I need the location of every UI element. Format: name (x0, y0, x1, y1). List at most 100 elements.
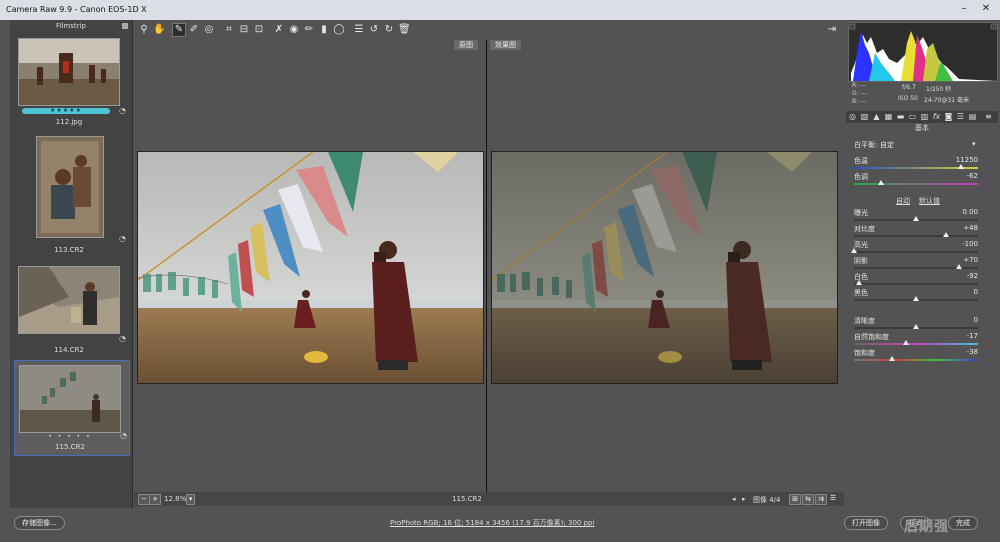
slider-handle[interactable] (913, 324, 919, 329)
thumbnail-filename: 115.CR2 (55, 443, 85, 451)
trash-icon[interactable]: 🗑 (398, 24, 411, 36)
zoom-level[interactable]: 12.8% (164, 495, 186, 503)
rating-dots[interactable]: • • • • • (15, 433, 125, 440)
rotate-right-icon[interactable]: ↻ (383, 24, 395, 36)
slider-handle[interactable] (878, 180, 885, 185)
sync-icon: ◔ (119, 234, 126, 243)
slider-handle[interactable] (903, 340, 910, 345)
slider-handle[interactable] (942, 232, 949, 237)
slider-handle[interactable] (913, 296, 919, 301)
targeted-adjustment-icon[interactable]: ◎ (203, 24, 215, 36)
slider-handle[interactable] (957, 164, 964, 169)
spot-removal-icon[interactable]: ✗ (273, 24, 285, 36)
detail-tab-icon[interactable]: ▲ (872, 112, 881, 121)
sync-icon: ◔ (119, 106, 126, 115)
camera-calibration-tab-icon[interactable]: ◙ (944, 112, 953, 121)
swap-icon[interactable]: ⇆ (802, 494, 814, 505)
done-button[interactable]: 完成 (948, 516, 978, 530)
after-label: 效果图 (490, 40, 521, 50)
slider-value[interactable]: -38 (967, 348, 978, 356)
slider-value[interactable]: +70 (963, 256, 978, 264)
filmstrip-title: Filmstrip (56, 22, 86, 30)
filmstrip-item[interactable]: 113.CR2 ◔ (14, 134, 128, 258)
slider-track[interactable] (854, 340, 978, 345)
slider-track[interactable] (854, 164, 978, 169)
split-toning-tab-icon[interactable]: ▬ (896, 112, 905, 121)
auto-button[interactable]: 自动 (896, 196, 910, 206)
white-balance-dropdown-icon[interactable]: ▾ (972, 140, 976, 148)
slider-label: 对比度 (854, 225, 875, 233)
close-icon[interactable]: ✕ (980, 3, 992, 15)
white-balance-tool-icon[interactable]: ✎ (172, 23, 186, 37)
lens-corrections-tab-icon[interactable]: ▭ (908, 112, 917, 121)
slider-track[interactable] (854, 356, 978, 361)
slider-handle[interactable] (889, 356, 896, 361)
slider-track[interactable] (854, 264, 978, 269)
tone-curve-tab-icon[interactable]: ▧ (860, 112, 869, 121)
slider-track[interactable] (854, 180, 978, 185)
adjustment-brush-icon[interactable]: ✏ (303, 24, 315, 36)
preferences-icon[interactable]: ☰ (353, 24, 365, 36)
transform-tool-icon[interactable]: ⊡ (253, 24, 265, 36)
zoom-dropdown-icon[interactable]: ▾ (186, 494, 195, 505)
slider-track[interactable] (854, 232, 978, 237)
slider-track[interactable] (854, 324, 978, 329)
slider-handle[interactable] (855, 280, 862, 285)
filmstrip-menu-icon[interactable] (122, 23, 128, 29)
filmstrip-panel: Filmstrip ★★★★★ 112.jpg ◔ 113.CR2 ◔ 114.… (10, 20, 133, 508)
basic-tab-icon[interactable]: ◎ (848, 112, 857, 121)
red-eye-icon[interactable]: ◉ (288, 24, 300, 36)
slider-value[interactable]: 0 (974, 316, 978, 324)
slider-value[interactable]: -62 (967, 172, 978, 180)
default-button[interactable]: 默认值 (919, 196, 940, 206)
crop-tool-icon[interactable]: ⌗ (223, 24, 235, 36)
slider-track[interactable] (854, 280, 978, 285)
thumbnail-filename: 113.CR2 (54, 246, 84, 254)
view-mode-icon[interactable]: ⊞ (789, 494, 801, 505)
next-image-icon[interactable]: ▸ (742, 495, 746, 503)
save-image-button[interactable]: 存储图像... (14, 516, 65, 530)
presets-tab-icon[interactable]: ☰ (956, 112, 965, 121)
slider-handle[interactable] (851, 248, 857, 253)
rating-stars[interactable]: ★★★★★ (22, 108, 110, 114)
zoom-in-button[interactable]: + (149, 494, 161, 505)
open-in-dialog-icon[interactable]: ⇥ (826, 24, 838, 36)
workflow-options-link[interactable]: ProPhoto RGB; 16 位; 5184 x 3456 (17.9 百万… (390, 518, 594, 528)
slider-value[interactable]: -100 (962, 240, 978, 248)
color-sampler-icon[interactable]: ✐ (188, 24, 200, 36)
hsl-tab-icon[interactable]: ▦ (884, 112, 893, 121)
slider-value[interactable]: +48 (963, 224, 978, 232)
slider-value[interactable]: 0 (974, 288, 978, 296)
filmstrip-item[interactable]: ★★★★★ 112.jpg ◔ (14, 34, 128, 134)
filmstrip-item-selected[interactable]: • • • • • 115.CR2 ◔ (14, 360, 130, 456)
slider-track[interactable] (851, 248, 978, 253)
minimize-icon[interactable]: – (958, 3, 970, 15)
panel-menu-icon[interactable]: ≡ (984, 112, 993, 121)
hand-tool-icon[interactable]: ✋ (153, 24, 165, 36)
slider-track[interactable] (854, 296, 978, 301)
preview-settings-icon[interactable]: ☰ (828, 494, 838, 503)
slider-value[interactable]: 11250 (956, 156, 978, 164)
transform-tab-icon[interactable]: ▥ (920, 112, 929, 121)
slider-value[interactable]: -17 (967, 332, 978, 340)
rotate-left-icon[interactable]: ↺ (368, 24, 380, 36)
slider-value[interactable]: -92 (967, 272, 978, 280)
radial-filter-icon[interactable]: ◯ (333, 24, 345, 36)
zoom-tool-icon[interactable]: ⚲ (138, 24, 150, 36)
filmstrip-item[interactable]: 114.CR2 ◔ (14, 260, 128, 356)
slider-label: 阴影 (854, 257, 868, 265)
panel-tabs: ◎ ▧ ▲ ▦ ▬ ▭ ▥ fx ◙ ☰ ▤ ≡ (846, 111, 998, 123)
snapshots-tab-icon[interactable]: ▤ (968, 112, 977, 121)
white-balance-select[interactable]: 自定 (880, 140, 894, 150)
copy-settings-icon[interactable]: ⇉ (815, 494, 827, 505)
prev-image-icon[interactable]: ◂ (732, 495, 736, 503)
red-readout: R: --- (852, 82, 867, 89)
straighten-tool-icon[interactable]: ⊟ (238, 24, 250, 36)
graduated-filter-icon[interactable]: ▮ (318, 24, 330, 36)
effects-tab-icon[interactable]: fx (932, 112, 941, 121)
open-image-button[interactable]: 打开图像 (844, 516, 888, 530)
slider-value[interactable]: 0.00 (962, 208, 978, 216)
slider-track[interactable] (854, 216, 978, 221)
slider-handle[interactable] (913, 216, 919, 221)
slider-handle[interactable] (956, 264, 963, 269)
